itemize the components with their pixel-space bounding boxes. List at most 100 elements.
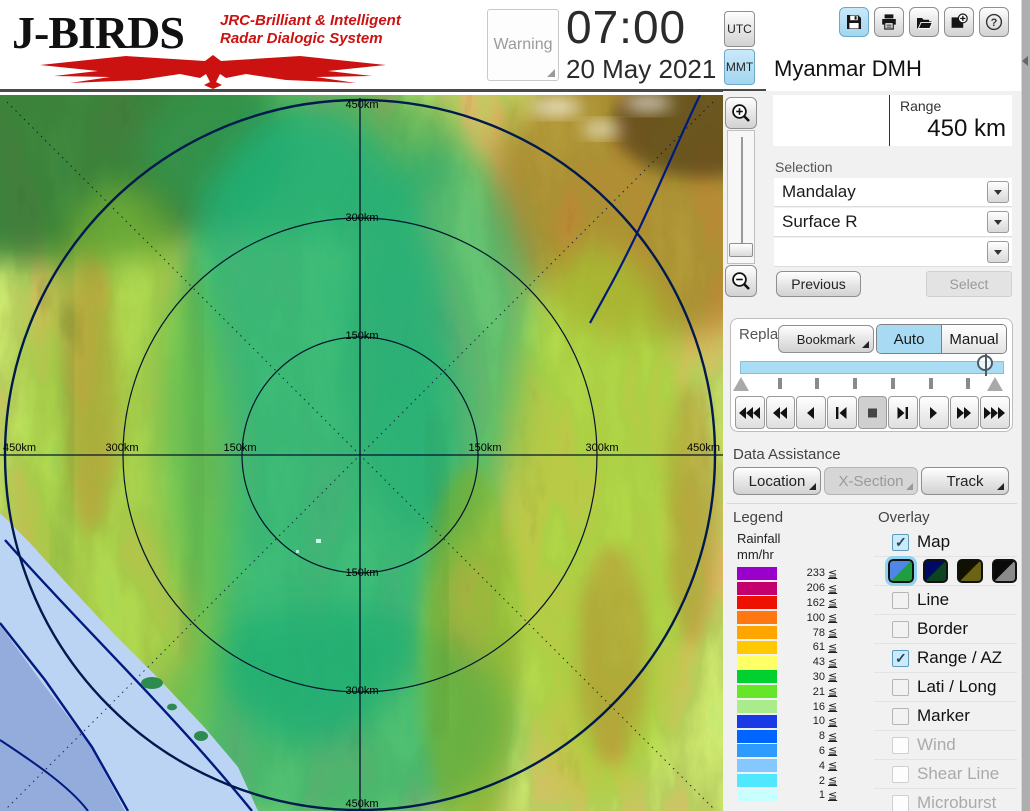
header-divider xyxy=(0,89,766,92)
warning-button[interactable]: Warning xyxy=(487,9,559,81)
checkbox[interactable] xyxy=(892,678,909,696)
map-style-swatch[interactable] xyxy=(922,559,948,583)
legend-value: 1 xyxy=(818,789,825,802)
legend-color-swatch xyxy=(737,759,777,773)
open-folder-button[interactable] xyxy=(909,7,939,37)
range-distance-label: 300km xyxy=(105,442,138,454)
rewind-icon xyxy=(772,406,787,419)
overlay-item-map[interactable]: Map xyxy=(874,528,1017,557)
map-zoom-out-button[interactable] xyxy=(725,265,757,297)
location-menu-indicator xyxy=(809,483,816,490)
overlay-options-list: Map Line Border Range / AZ Lati / Long Marker… xyxy=(874,528,1017,811)
checkbox[interactable] xyxy=(892,533,909,551)
save-icon xyxy=(847,15,861,29)
legend-color-swatch xyxy=(737,788,777,802)
play-reverse-button[interactable] xyxy=(796,396,827,429)
legend-value: 233 xyxy=(806,567,825,580)
map-zoom-slider[interactable] xyxy=(727,130,755,264)
legend-color-swatch xyxy=(737,700,777,714)
track-button[interactable]: Track xyxy=(921,467,1009,495)
warning-resize-grip xyxy=(547,69,555,77)
fast-forward-button[interactable] xyxy=(949,396,980,429)
manual-mode-button[interactable]: Manual xyxy=(941,325,1006,353)
map-style-swatch[interactable] xyxy=(957,559,983,583)
legend-row: 4 ≦ xyxy=(737,758,867,773)
checkbox[interactable] xyxy=(892,620,909,638)
checkbox[interactable] xyxy=(892,591,909,609)
legend-suffix: ≦ xyxy=(828,612,838,625)
auto-mode-button[interactable]: Auto xyxy=(877,325,941,353)
legend-suffix: ≦ xyxy=(828,715,838,728)
step-back-button[interactable] xyxy=(827,396,857,429)
rewind-all-button[interactable] xyxy=(735,396,765,429)
timeline-start-marker[interactable] xyxy=(733,377,749,391)
select-button[interactable]: Select xyxy=(926,271,1012,297)
legend-color-swatch xyxy=(737,655,777,669)
legend-value: 2 xyxy=(818,774,825,787)
overlay-item-range-az[interactable]: Range / AZ xyxy=(874,644,1017,673)
play-reverse-icon xyxy=(807,406,815,419)
track-menu-indicator xyxy=(997,483,1004,490)
eagle-icon xyxy=(40,55,386,89)
checkbox[interactable] xyxy=(892,707,909,725)
overlay-item-border[interactable]: Border xyxy=(874,615,1017,644)
print-button[interactable] xyxy=(874,7,904,37)
legend-suffix: ≦ xyxy=(828,686,838,699)
play-button[interactable] xyxy=(919,396,949,429)
legend-color-swatch xyxy=(737,744,777,758)
option-dropdown-button[interactable] xyxy=(987,241,1009,263)
map-style-swatch[interactable] xyxy=(991,559,1017,583)
legend-value: 30 xyxy=(812,670,825,683)
product-dropdown-button[interactable] xyxy=(987,211,1009,233)
x-section-button[interactable]: X-Section xyxy=(824,467,918,495)
option-dropdown[interactable] xyxy=(774,238,1012,267)
data-assistance-label: Data Assistance xyxy=(733,446,841,463)
zoom-slider-handle[interactable] xyxy=(729,243,753,257)
legend-value: 8 xyxy=(818,730,825,743)
site-dropdown[interactable]: Mandalay xyxy=(774,178,1012,207)
step-forward-button[interactable] xyxy=(888,396,919,429)
range-distance-label: 150km xyxy=(345,567,378,579)
save-button[interactable] xyxy=(839,7,869,37)
rewind-button[interactable] xyxy=(765,396,796,429)
bookmark-button[interactable]: Bookmark xyxy=(778,325,874,353)
add-image-icon xyxy=(951,13,968,28)
overlay-item-line[interactable]: Line xyxy=(874,586,1017,615)
mmt-toggle-button[interactable]: MMT xyxy=(724,49,755,85)
site-dropdown-button[interactable] xyxy=(987,181,1009,203)
range-distance-label: 300km xyxy=(345,685,378,697)
previous-button[interactable]: Previous xyxy=(776,271,861,297)
range-distance-label: 300km xyxy=(585,442,618,454)
timeline-tick xyxy=(890,378,895,389)
replay-panel: Replay Bookmark Auto Manual xyxy=(730,318,1013,432)
overlay-item-marker[interactable]: Marker xyxy=(874,702,1017,731)
panel-collapse-strip[interactable] xyxy=(1021,0,1030,811)
overlay-item-lati-long[interactable]: Lati / Long xyxy=(874,673,1017,702)
help-button[interactable]: ? xyxy=(979,7,1009,37)
map-style-swatches xyxy=(874,556,1017,586)
timeline-tick xyxy=(853,378,858,389)
product-dropdown[interactable]: Surface R xyxy=(774,208,1012,237)
forward-all-button[interactable] xyxy=(980,396,1011,429)
radar-map-view[interactable]: 450km 300km 150km 150km 300km 450km 450km 300km… xyxy=(0,95,723,811)
utc-toggle-button[interactable]: UTC xyxy=(724,11,755,47)
legend-row: 100 ≦ xyxy=(737,610,867,625)
legend-row: 162 ≦ xyxy=(737,596,867,611)
checkbox[interactable] xyxy=(892,649,909,667)
range-distance-label: 450km xyxy=(345,798,378,810)
station-title: Myanmar DMH xyxy=(774,56,922,81)
svg-text:?: ? xyxy=(991,17,998,29)
replay-timeline-track[interactable] xyxy=(740,361,1004,374)
legend-color-swatch xyxy=(737,774,777,788)
legend-value: 61 xyxy=(812,641,825,654)
range-value: 450 km xyxy=(927,115,1006,142)
timeline-end-marker[interactable] xyxy=(987,377,1003,391)
stop-button[interactable] xyxy=(857,396,888,429)
location-button[interactable]: Location xyxy=(733,467,821,495)
map-style-swatch[interactable] xyxy=(885,556,917,586)
legend-color-swatch xyxy=(737,566,777,580)
product-dropdown-value: Surface R xyxy=(782,212,858,231)
map-zoom-in-button[interactable] xyxy=(725,97,757,129)
add-image-button[interactable] xyxy=(944,7,974,37)
zoom-out-icon xyxy=(732,272,750,290)
